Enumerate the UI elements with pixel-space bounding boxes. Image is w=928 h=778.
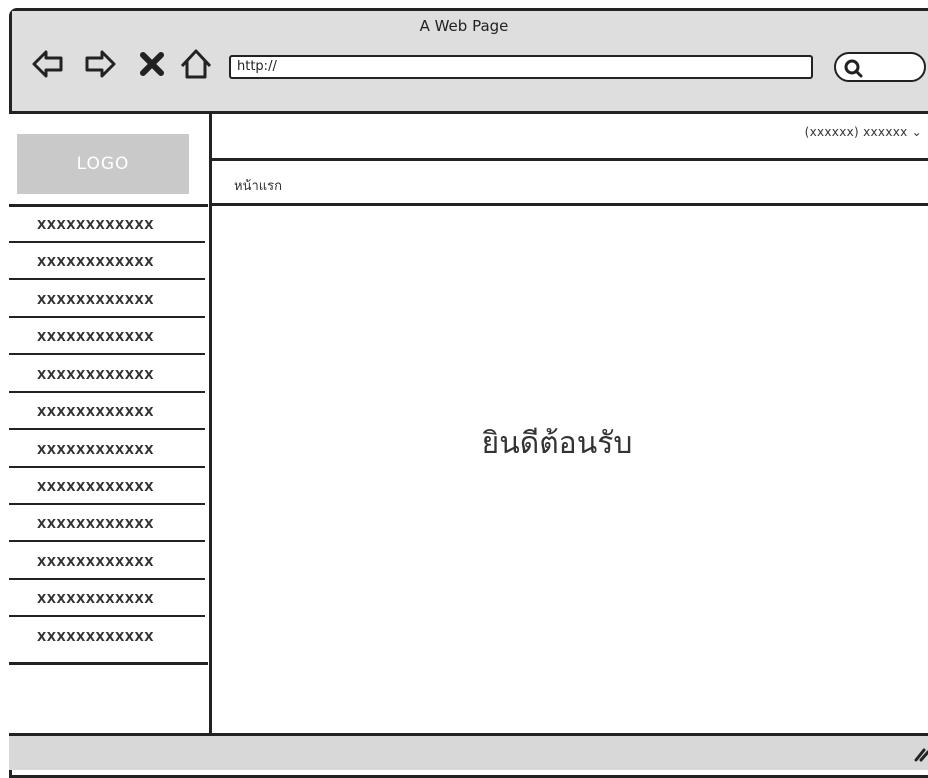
sidebar-item[interactable]: XXXXXXXXXXXX — [9, 357, 205, 393]
main-content: ยินดีต้อนรับ — [212, 206, 928, 733]
sidebar-item[interactable]: XXXXXXXXXXXX — [9, 319, 205, 355]
home-icon[interactable] — [178, 46, 214, 82]
logo: LOGO — [17, 134, 189, 194]
user-menu-dropdown[interactable]: (xxxxxx) xxxxxx ⌄ — [805, 125, 922, 139]
search-button[interactable] — [834, 52, 926, 82]
top-header: (xxxxxx) xxxxxx ⌄ — [212, 114, 928, 161]
sidebar-item[interactable]: XXXXXXXXXXXX — [9, 394, 205, 430]
sidebar: LOGO XXXXXXXXXXXX XXXXXXXXXXXX XXXXXXXXX… — [9, 114, 212, 734]
search-icon — [844, 59, 863, 78]
status-bar — [9, 733, 928, 770]
stop-icon[interactable] — [134, 46, 170, 82]
address-bar-input[interactable]: http:// — [229, 55, 813, 79]
breadcrumb-bar: หน้าแรก — [212, 161, 928, 206]
sidebar-item[interactable]: XXXXXXXXXXXX — [9, 544, 205, 580]
sidebar-item[interactable]: XXXXXXXXXXXX — [9, 207, 205, 243]
welcome-heading: ยินดีต้อนรับ — [481, 426, 633, 461]
sidebar-item[interactable]: XXXXXXXXXXXX — [9, 581, 205, 617]
sidebar-item[interactable]: XXXXXXXXXXXX — [9, 282, 205, 318]
sidebar-menu: XXXXXXXXXXXX XXXXXXXXXXXX XXXXXXXXXXXX X… — [9, 204, 208, 665]
sidebar-item[interactable]: XXXXXXXXXXXX — [9, 244, 205, 280]
back-icon[interactable] — [30, 46, 66, 82]
sidebar-item[interactable]: XXXXXXXXXXXX — [9, 506, 205, 542]
window-title: A Web Page — [419, 17, 509, 35]
sidebar-item[interactable]: XXXXXXXXXXXX — [9, 619, 205, 655]
breadcrumb-home[interactable]: หน้าแรก — [234, 175, 282, 196]
resize-grip-icon[interactable] — [912, 744, 928, 762]
sidebar-item[interactable]: XXXXXXXXXXXX — [9, 469, 205, 505]
forward-icon[interactable] — [82, 46, 118, 82]
sidebar-item[interactable]: XXXXXXXXXXXX — [9, 432, 205, 468]
